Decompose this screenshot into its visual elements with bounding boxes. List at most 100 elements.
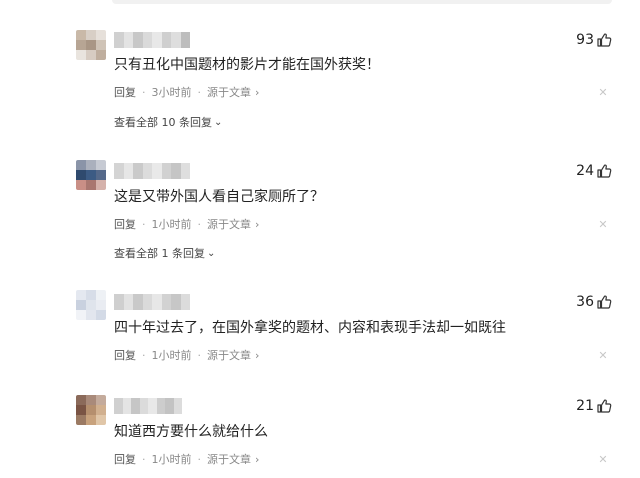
username-pixel (171, 163, 181, 179)
avatar-pixel (96, 300, 106, 310)
username-pixel (171, 294, 181, 310)
chevron-right-icon: › (255, 85, 260, 99)
avatar-pixel (76, 160, 86, 170)
username-pixel (133, 163, 143, 179)
chevron-right-icon: › (255, 217, 260, 231)
username-blurred[interactable] (114, 163, 190, 179)
username-blurred[interactable] (114, 398, 182, 414)
thumbs-up-icon (596, 294, 612, 310)
meta-separator: · (142, 348, 146, 362)
close-icon[interactable]: ✕ (596, 452, 610, 466)
avatar[interactable] (76, 160, 106, 190)
meta-separator: · (197, 348, 202, 362)
avatar-pixel (76, 50, 86, 60)
avatar-pixel (96, 170, 106, 180)
username-pixel (161, 163, 171, 179)
avatar-pixel (76, 395, 86, 405)
comment-text: 四十年过去了，在国外拿奖的题材、内容和表现手法却一如既往 (114, 320, 506, 336)
like-count: 21 (576, 398, 594, 414)
avatar-pixel (86, 405, 96, 415)
like-button[interactable]: 93 (576, 31, 612, 49)
comment-text: 只有丑化中国题材的影片才能在国外获奖！ (114, 57, 380, 73)
avatar-pixel (86, 50, 96, 60)
avatar-pixel (96, 180, 106, 190)
reply-button[interactable]: 回复 (114, 347, 136, 363)
meta-separator: · (197, 85, 202, 99)
username-pixel (142, 32, 152, 48)
avatar-pixel (86, 415, 96, 425)
username-pixel (123, 32, 133, 48)
source-link[interactable]: 源于文章 (207, 216, 251, 232)
close-icon[interactable]: ✕ (596, 217, 610, 231)
comment-time: 1小时前 (151, 349, 192, 362)
username-pixel (161, 294, 171, 310)
like-count: 93 (576, 32, 594, 48)
reply-button[interactable]: 回复 (114, 216, 136, 232)
avatar-pixel (96, 290, 106, 300)
meta-separator: · (197, 452, 202, 466)
view-replies-label: 查看全部 10 条回复 (114, 116, 212, 129)
meta-separator: · (142, 217, 146, 231)
source-link[interactable]: 源于文章 (207, 347, 251, 363)
avatar[interactable] (76, 290, 106, 320)
avatar-pixel (96, 395, 106, 405)
chevron-right-icon: › (255, 452, 260, 466)
username-pixel (152, 163, 162, 179)
source-link[interactable]: 源于文章 (207, 84, 251, 100)
avatar-pixel (86, 290, 96, 300)
like-button[interactable]: 36 (576, 293, 612, 311)
avatar[interactable] (76, 30, 106, 60)
username-pixel (165, 398, 174, 414)
close-icon[interactable]: ✕ (596, 85, 610, 99)
reply-button[interactable]: 回复 (114, 451, 136, 467)
view-replies-label: 查看全部 1 条回复 (114, 247, 205, 260)
avatar-pixel (86, 180, 96, 190)
username-pixel (122, 398, 131, 414)
avatar-pixel (76, 30, 86, 40)
avatar-pixel (76, 310, 86, 320)
avatar-pixel (96, 310, 106, 320)
username-pixel (171, 32, 181, 48)
comment-meta: 回复 · 3小时前 · 源于文章 › (114, 84, 260, 100)
avatar-pixel (96, 30, 106, 40)
comment-text: 知道西方要什么就给什么 (114, 424, 268, 440)
reply-button[interactable]: 回复 (114, 84, 136, 100)
avatar-pixel (76, 405, 86, 415)
chevron-right-icon: › (255, 348, 260, 362)
avatar-pixel (76, 290, 86, 300)
avatar-pixel (86, 40, 96, 50)
avatar-pixel (96, 160, 106, 170)
like-count: 36 (576, 294, 594, 310)
username-pixel (180, 32, 190, 48)
avatar-pixel (76, 170, 86, 180)
username-pixel (114, 32, 124, 48)
username-pixel (180, 294, 190, 310)
view-replies-link[interactable]: 查看全部 1 条回复 ⌄ (114, 246, 215, 260)
avatar-pixel (86, 300, 96, 310)
avatar[interactable] (76, 395, 106, 425)
chevron-down-icon: ⌄ (207, 247, 216, 259)
comment-meta: 回复 · 1小时前 · 源于文章 › (114, 347, 260, 363)
username-pixel (148, 398, 157, 414)
username-pixel (114, 163, 124, 179)
avatar-pixel (96, 40, 106, 50)
comment-time: 1小时前 (151, 453, 192, 466)
username-pixel (133, 294, 143, 310)
meta-separator: · (142, 85, 146, 99)
avatar-pixel (76, 40, 86, 50)
view-replies-link[interactable]: 查看全部 10 条回复 ⌄ (114, 115, 222, 129)
username-pixel (161, 32, 171, 48)
username-pixel (139, 398, 148, 414)
username-pixel (142, 163, 152, 179)
close-icon[interactable]: ✕ (596, 348, 610, 362)
top-scroll-edge (112, 0, 612, 4)
username-pixel (123, 163, 133, 179)
username-pixel (156, 398, 165, 414)
like-button[interactable]: 24 (576, 162, 612, 180)
like-button[interactable]: 21 (576, 397, 612, 415)
source-link[interactable]: 源于文章 (207, 451, 251, 467)
username-blurred[interactable] (114, 32, 190, 48)
username-blurred[interactable] (114, 294, 190, 310)
username-pixel (152, 32, 162, 48)
avatar-pixel (76, 300, 86, 310)
